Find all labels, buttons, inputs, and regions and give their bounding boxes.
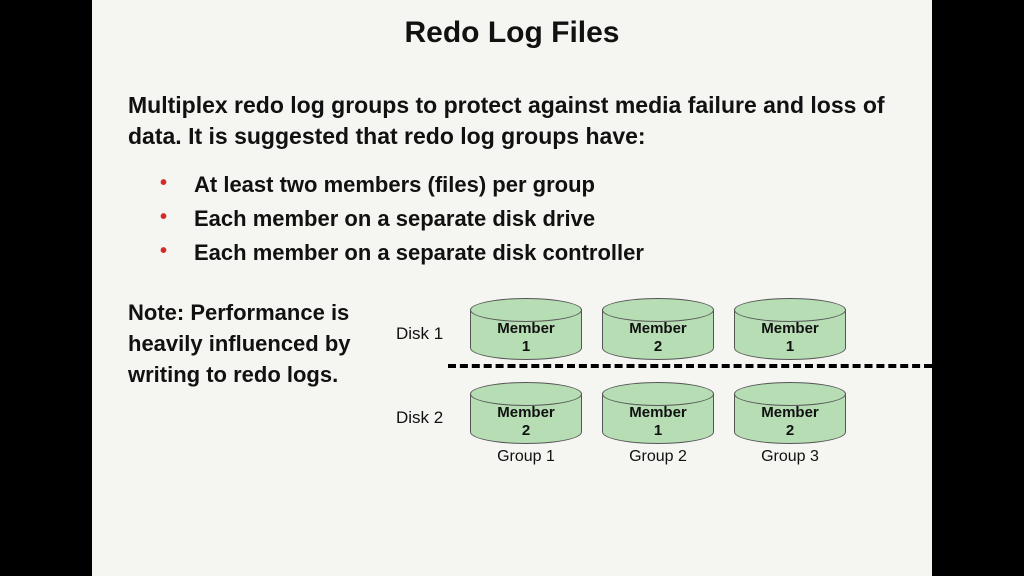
cylinder-label: Member1	[470, 320, 582, 355]
lower-section: Note: Performance is heavily influenced …	[128, 298, 896, 498]
bullet-list: At least two members (files) per group E…	[160, 168, 896, 270]
cylinder-label: Member2	[470, 404, 582, 439]
group-label: Group 3	[734, 448, 846, 466]
cylinder-label: Member2	[602, 320, 714, 355]
bullet-item: Each member on a separate disk controlle…	[160, 236, 896, 270]
note-text: Note: Performance is heavily influenced …	[128, 298, 388, 390]
disk2-label: Disk 2	[396, 408, 443, 428]
slide-title: Redo Log Files	[128, 16, 896, 50]
cylinder-icon: Member1	[470, 310, 582, 366]
intro-text: Multiplex redo log groups to protect aga…	[128, 90, 896, 152]
cylinder-label: Member1	[734, 320, 846, 355]
cylinder-icon: Member1	[602, 394, 714, 450]
bullet-item: Each member on a separate disk drive	[160, 202, 896, 236]
disk1-label: Disk 1	[396, 324, 443, 344]
dashed-divider	[448, 364, 932, 368]
cylinder-icon: Member1	[734, 310, 846, 366]
cylinder-label: Member2	[734, 404, 846, 439]
cylinder-icon: Member2	[734, 394, 846, 450]
group-label: Group 1	[470, 448, 582, 466]
disk-diagram: Disk 1 Disk 2 Member1 Member2 Member1	[388, 298, 896, 498]
slide: Redo Log Files Multiplex redo log groups…	[92, 0, 932, 576]
cylinder-label: Member1	[602, 404, 714, 439]
cylinder-icon: Member2	[602, 310, 714, 366]
cylinder-icon: Member2	[470, 394, 582, 450]
bullet-item: At least two members (files) per group	[160, 168, 896, 202]
group-label: Group 2	[602, 448, 714, 466]
